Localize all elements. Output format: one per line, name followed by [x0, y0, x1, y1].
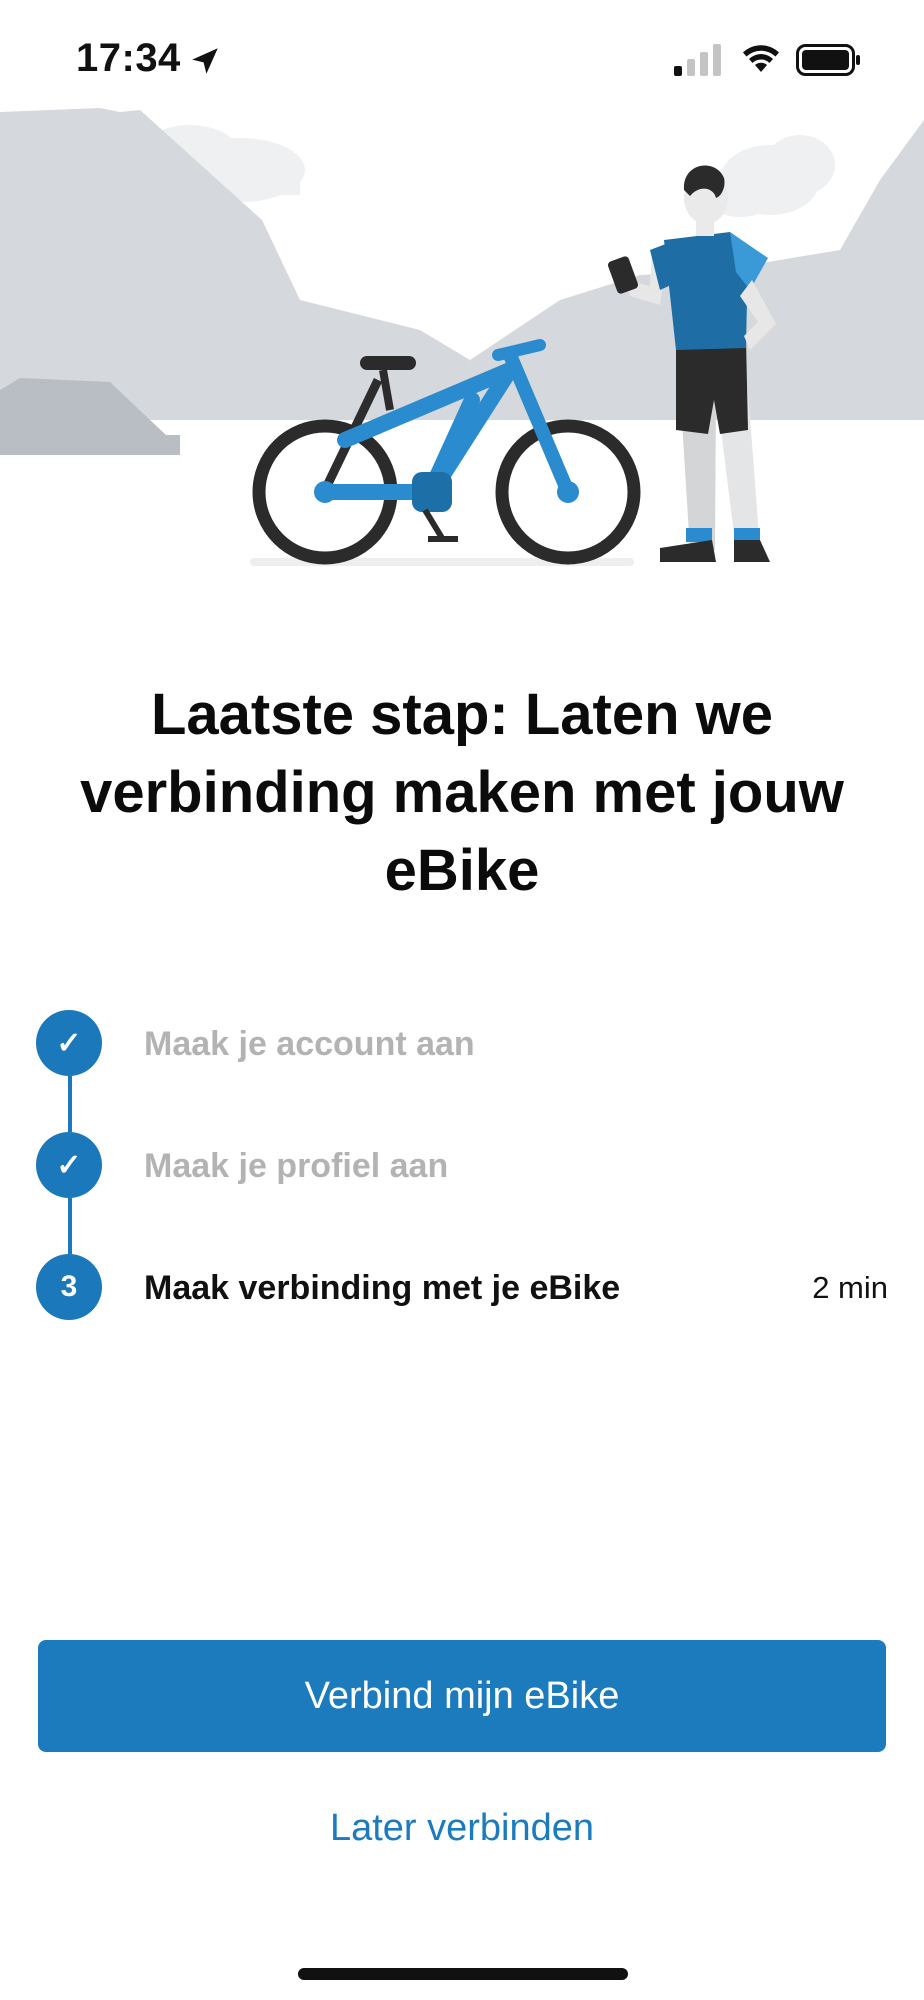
step-label: Maak verbinding met je eBike [144, 1269, 621, 1307]
step-item: ✓ Maak je profiel aan [36, 1132, 888, 1198]
step-connector [68, 1198, 72, 1254]
step-duration: 2 min [812, 1270, 888, 1305]
step-label: Maak je account aan [144, 1025, 475, 1063]
connect-ebike-button[interactable]: Verbind mijn eBike [38, 1640, 886, 1752]
battery-icon [796, 44, 860, 76]
checkmark-icon: ✓ [36, 1132, 102, 1198]
step-item: ✓ Maak je account aan [36, 1010, 888, 1076]
home-indicator [298, 1968, 628, 1980]
page-title: Laatste stap: Laten we verbinding maken … [80, 682, 844, 903]
checkmark-icon: ✓ [36, 1010, 102, 1076]
location-arrow-icon [192, 48, 218, 74]
status-bar: 17:34 [0, 0, 924, 110]
ebike-illustration [0, 108, 924, 566]
wifi-icon [743, 45, 779, 72]
step-item-current: 3 Maak verbinding met je eBike 2 min [36, 1254, 888, 1320]
connect-later-link[interactable]: Later verbinden [38, 1798, 886, 1858]
step-number-badge: 3 [36, 1254, 102, 1320]
step-connector [68, 1076, 72, 1132]
status-time: 17:34 [76, 36, 181, 80]
cellular-signal-icon [674, 44, 721, 76]
step-label: Maak je profiel aan [144, 1147, 449, 1185]
